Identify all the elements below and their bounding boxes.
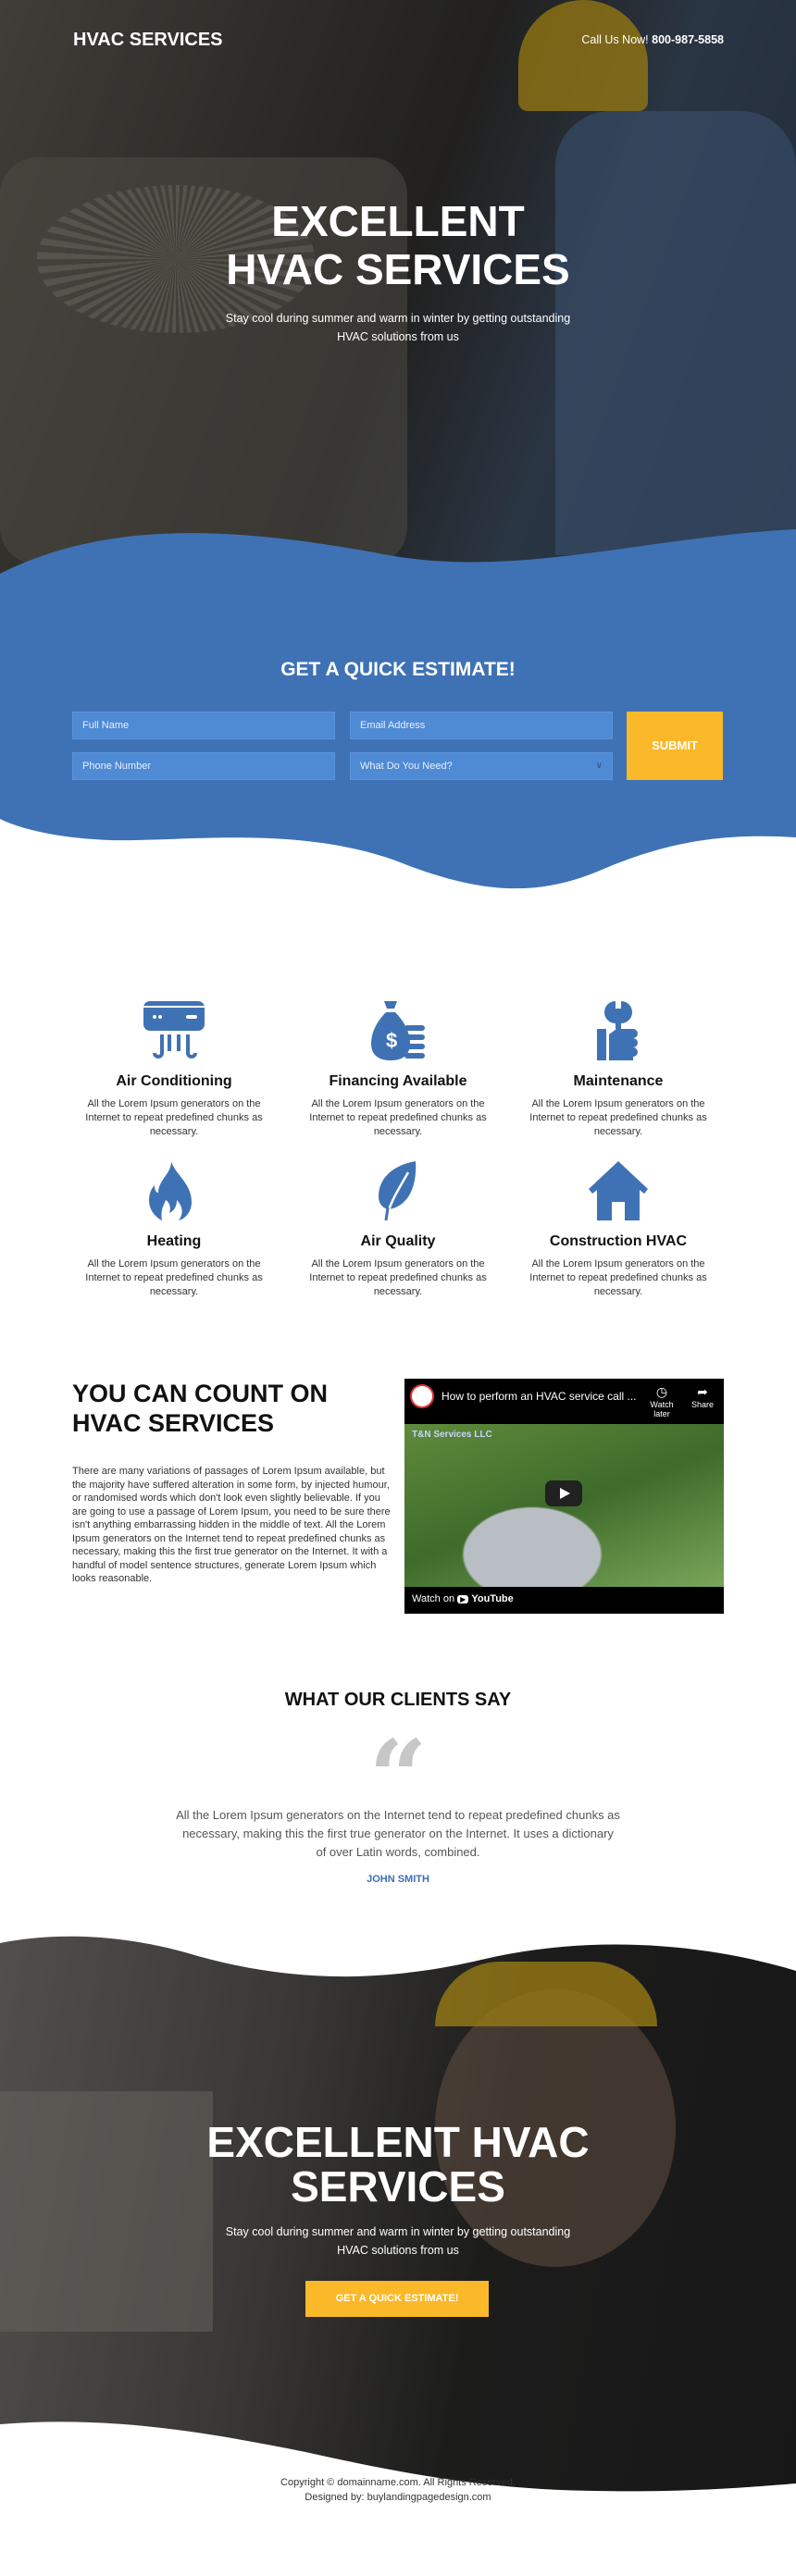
play-button-icon[interactable] [545,1480,582,1506]
footer-copyright: Copyright © domainname.com. All Rights R… [280,2477,516,2488]
svg-text:$: $ [386,1029,397,1052]
service-card-construction: Construction HVAC All the Lorem Ipsum ge… [516,1161,720,1299]
service-select[interactable]: What Do You Need? ∨ [350,752,613,780]
youtube-logo-icon: ▶ [457,1595,469,1604]
footer-designed-by[interactable]: Designed by: buylandingpagedesign.com [0,2492,796,2503]
watch-later-button[interactable]: ◷ Watch later [643,1384,680,1418]
watch-on-label: Watch on [412,1593,455,1604]
share-button[interactable]: ➦ Share [687,1384,718,1409]
service-card-air-quality: Air Quality All the Lorem Ipsum generato… [296,1161,500,1299]
hero-title-line2: HVAC SERVICES [226,245,570,293]
cta-subtitle: Stay cool during summer and warm in wint… [225,2225,571,2257]
cta-title-line1: EXCELLENT HVAC [206,2118,590,2166]
youtube-label: YouTube [471,1593,514,1604]
cta-title-line2: SERVICES [291,2162,505,2211]
service-card-financing: $ Financing Available All the Lorem Ipsu… [296,1001,500,1139]
hero-photo-technician [555,111,796,555]
channel-avatar[interactable] [410,1384,434,1408]
phone-number[interactable]: 800-987-5858 [652,33,724,46]
leaf-icon [379,1161,417,1220]
cta-bottom-wave [0,2421,796,2508]
quote-icon: “ [368,1727,428,1791]
money-bag-icon: $ [371,1001,425,1060]
chevron-down-icon: ∨ [595,761,603,771]
service-desc: All the Lorem Ipsum generators on the In… [85,1098,263,1137]
get-estimate-button[interactable]: GET A QUICK ESTIMATE! [305,2281,489,2317]
service-desc: All the Lorem Ipsum generators on the In… [85,1258,263,1297]
service-desc: All the Lorem Ipsum generators on the In… [309,1098,487,1137]
service-card-heating: Heating All the Lorem Ipsum generators o… [72,1161,276,1299]
service-title: Financing Available [329,1073,467,1089]
share-icon: ➦ [697,1384,708,1399]
logo[interactable]: HVAC SERVICES [73,30,223,51]
call-us[interactable]: Call Us Now! 800-987-5858 [581,33,724,46]
video-title[interactable]: How to perform an HVAC service call ... [442,1390,637,1403]
hero-photo-hardhat [518,0,648,111]
service-desc: All the Lorem Ipsum generators on the In… [529,1258,707,1297]
testimonial-quote: All the Lorem Ipsum generators on the In… [176,1808,620,1859]
count-on-title-line2: HVAC SERVICES [72,1409,275,1437]
flame-icon [149,1161,192,1220]
service-card-maintenance: Maintenance All the Lorem Ipsum generato… [516,1001,720,1139]
service-title: Construction HVAC [549,1233,688,1249]
call-label: Call Us Now! [581,33,649,46]
hero-title-line1: EXCELLENT [271,197,525,245]
watch-later-label: Watch later [650,1400,674,1418]
testimonials-title: WHAT OUR CLIENTS SAY [284,1690,512,1710]
service-title: Air Conditioning [116,1073,232,1089]
phone-input[interactable]: Phone Number [72,752,335,780]
count-on-title: YOU CAN COUNT ON HVAC SERVICES [72,1379,328,1438]
count-on-title-line1: YOU CAN COUNT ON [72,1380,328,1407]
estimate-form-title: GET A QUICK ESTIMATE! [280,659,516,680]
watch-on-youtube[interactable]: Watch on ▶ YouTube [412,1593,514,1604]
email-input[interactable]: Email Address [350,712,613,739]
video-overlay-text: T&N Services LLC [412,1430,492,1440]
count-on-body: There are many variations of passages of… [72,1466,391,1584]
clock-icon: ◷ [655,1384,668,1399]
cta-top-wave [0,1915,796,1977]
air-conditioner-icon [143,1001,205,1059]
service-title: Maintenance [573,1073,664,1089]
full-name-input[interactable]: Full Name [72,712,335,739]
share-label: Share [690,1400,715,1409]
wrench-thumb-icon [597,1001,638,1060]
submit-button[interactable]: SUBMIT [627,712,723,780]
service-select-value: What Do You Need? [360,761,453,772]
service-card-air-conditioning: Air Conditioning All the Lorem Ipsum gen… [72,1001,276,1139]
service-title: Air Quality [360,1233,436,1249]
service-title: Heating [146,1233,202,1249]
house-icon [589,1161,648,1220]
testimonial-author: JOHN SMITH [367,1874,429,1885]
hero-subtitle: Stay cool during summer and warm in wint… [225,312,571,343]
youtube-video-embed[interactable]: How to perform an HVAC service call ... … [404,1379,724,1614]
hero-section [0,0,796,592]
service-desc: All the Lorem Ipsum generators on the In… [309,1258,487,1297]
service-desc: All the Lorem Ipsum generators on the In… [529,1098,707,1137]
